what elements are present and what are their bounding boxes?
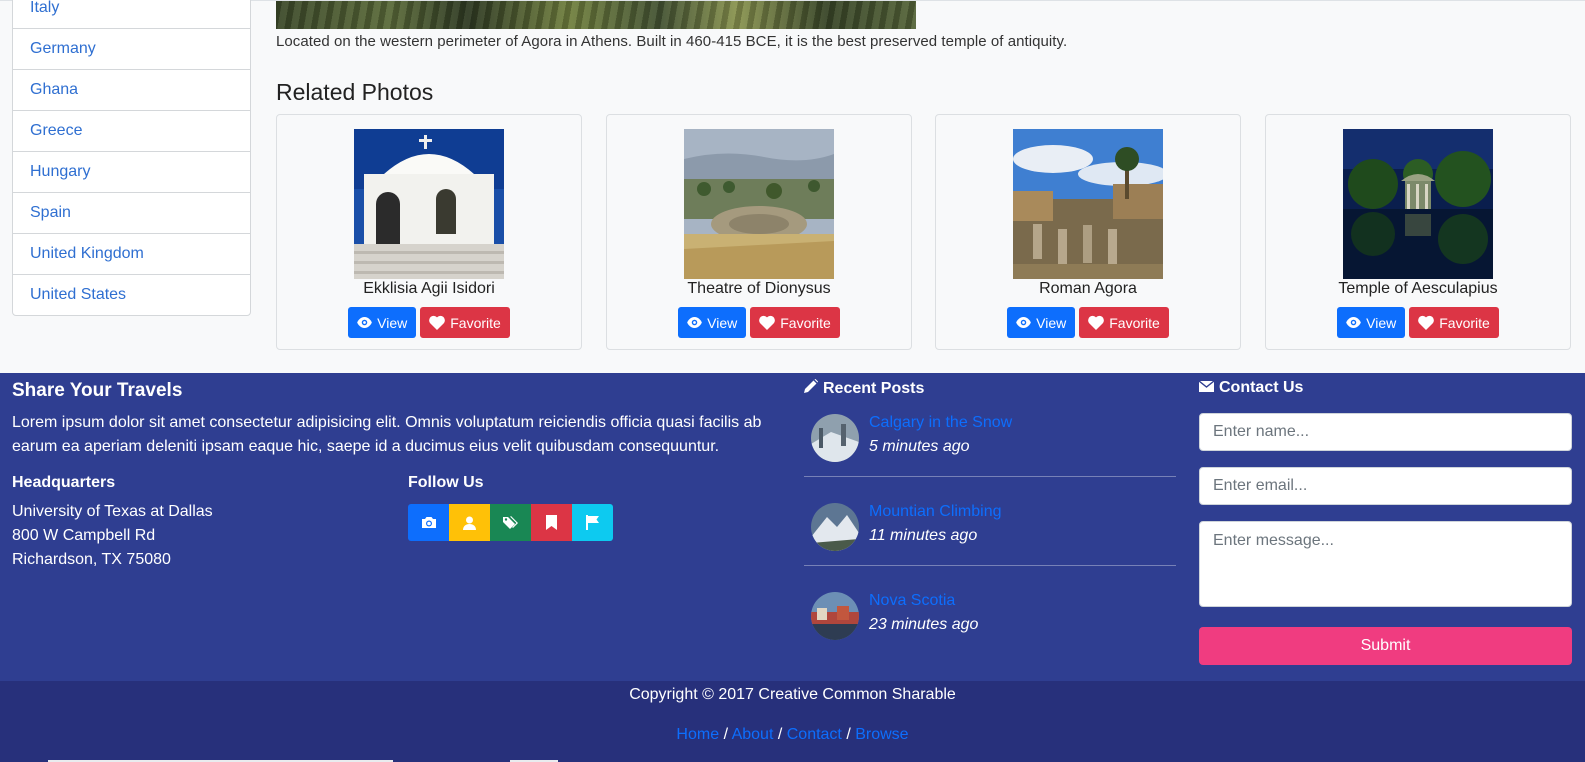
related-photo-card: Theatre of Dionysus View Favorite [606, 114, 912, 350]
related-photo-thumbnail[interactable] [1013, 129, 1163, 279]
country-item-united-states[interactable]: United States [13, 274, 250, 315]
share-travels-heading: Share Your Travels [12, 380, 183, 401]
favorite-button-label: Favorite [1439, 314, 1490, 331]
post-time: 5 minutes ago [869, 438, 970, 455]
post-thumbnail [811, 414, 859, 462]
country-item-italy[interactable]: Italy [13, 0, 250, 28]
view-button-label: View [1366, 314, 1397, 331]
view-button-label: View [707, 314, 738, 331]
heart-icon [429, 315, 446, 330]
favorite-button-label: Favorite [1109, 314, 1160, 331]
contact-us-label: Contact Us [1219, 379, 1304, 396]
favorite-button-label: Favorite [780, 314, 831, 331]
post-time: 11 minutes ago [869, 527, 978, 544]
site-footer: Share Your Travels Lorem ipsum dolor sit… [0, 373, 1585, 681]
recent-post[interactable]: Mountian Climbing 11 minutes ago [804, 497, 1176, 585]
heart-icon [759, 315, 776, 330]
main-photo [276, 1, 916, 29]
country-item-hungary[interactable]: Hungary [13, 151, 250, 192]
flag-icon[interactable] [572, 504, 613, 541]
photo-description: Located on the western perimeter of Agor… [276, 33, 1068, 50]
country-item-germany[interactable]: Germany [13, 28, 250, 69]
recent-post[interactable]: Calgary in the Snow 5 minutes ago [804, 408, 1176, 496]
related-photo-thumbnail[interactable] [354, 129, 504, 279]
favorite-button-label: Favorite [450, 314, 501, 331]
home-link[interactable]: Home [676, 726, 719, 743]
link-separator: / [777, 726, 787, 743]
related-photo-thumbnail[interactable] [1343, 129, 1493, 279]
view-button-label: View [1036, 314, 1067, 331]
name-field[interactable]: Enter name... [1199, 413, 1572, 451]
email-field[interactable]: Enter email... [1199, 467, 1572, 505]
headquarters-heading: Headquarters [12, 474, 116, 491]
related-photo-caption: Temple of Aesculapius [1338, 280, 1498, 297]
post-thumbnail [811, 592, 859, 640]
recent-post[interactable]: Nova Scotia 23 minutes ago [804, 586, 1176, 674]
heart-icon [1418, 315, 1435, 330]
recent-posts-label: Recent Posts [823, 379, 925, 397]
post-thumbnail [811, 503, 859, 551]
view-button[interactable]: View [348, 307, 417, 338]
link-separator: / [846, 726, 856, 743]
related-photo-caption: Roman Agora [1039, 280, 1137, 297]
eye-icon [687, 317, 702, 328]
address-line: 800 W Campbell Rd [12, 527, 156, 544]
favorite-button[interactable]: Favorite [1409, 307, 1499, 338]
bottom-bar: Copyright © 2017 Creative Common Sharabl… [0, 681, 1585, 762]
main-content: Italy Germany Ghana Greece Hungary Spain… [0, 0, 1585, 373]
country-item-greece[interactable]: Greece [13, 110, 250, 151]
envelope-icon [1198, 379, 1215, 397]
browse-link[interactable]: Browse [855, 726, 908, 743]
pencil-icon [804, 379, 818, 398]
submit-button[interactable]: Submit [1199, 627, 1572, 665]
follow-us-heading: Follow Us [408, 474, 484, 491]
favorite-button[interactable]: Favorite [420, 307, 510, 338]
related-photo-caption: Theatre of Dionysus [687, 280, 831, 297]
view-button[interactable]: View [1337, 307, 1406, 338]
post-title-link[interactable]: Nova Scotia [869, 592, 955, 610]
country-item-spain[interactable]: Spain [13, 192, 250, 233]
user-icon[interactable] [449, 504, 490, 541]
eye-icon [357, 317, 372, 328]
address-line: University of Texas at Dallas [12, 503, 213, 520]
related-photo-card: Ekklisia Agii Isidori View Favorite [276, 114, 582, 350]
contact-us-heading: Contact Us [1198, 379, 1304, 397]
view-button[interactable]: View [678, 307, 747, 338]
tag-icon[interactable] [490, 504, 531, 541]
message-field[interactable]: Enter message... [1199, 521, 1572, 607]
copyright-text: Copyright © 2017 Creative Common Sharabl… [629, 686, 956, 703]
related-photos-grid: Ekklisia Agii Isidori View Favorite Thea… [276, 114, 1571, 350]
post-time: 23 minutes ago [869, 616, 979, 633]
post-title-link[interactable]: Mountian Climbing [869, 503, 1002, 521]
social-buttons [408, 504, 613, 541]
post-divider [804, 476, 1176, 477]
related-photos-heading: Related Photos [276, 79, 434, 105]
headquarters-address: University of Texas at Dallas 800 W Camp… [12, 500, 213, 572]
eye-icon [1016, 317, 1031, 328]
post-divider [804, 565, 1176, 566]
bookmark-icon[interactable] [531, 504, 572, 541]
related-photo-thumbnail[interactable] [684, 129, 834, 279]
favorite-button[interactable]: Favorite [1079, 307, 1169, 338]
country-item-united-kingdom[interactable]: United Kingdom [13, 233, 250, 274]
recent-posts-heading: Recent Posts [804, 379, 924, 398]
address-line: Richardson, TX 75080 [12, 551, 171, 568]
eye-icon [1346, 317, 1361, 328]
link-separator: / [723, 726, 732, 743]
view-button[interactable]: View [1007, 307, 1076, 338]
country-list: Italy Germany Ghana Greece Hungary Spain… [12, 0, 251, 316]
related-photo-caption: Ekklisia Agii Isidori [363, 280, 495, 297]
footer-links: Home / About / Contact / Browse [0, 726, 1585, 744]
heart-icon [1088, 315, 1105, 330]
about-link[interactable]: About [732, 726, 774, 743]
country-item-ghana[interactable]: Ghana [13, 69, 250, 110]
post-title-link[interactable]: Calgary in the Snow [869, 414, 1012, 432]
contact-link[interactable]: Contact [787, 726, 842, 743]
share-travels-text: Lorem ipsum dolor sit amet consectetur a… [12, 414, 762, 455]
camera-icon[interactable] [408, 504, 449, 541]
view-button-label: View [377, 314, 408, 331]
related-photo-card: Roman Agora View Favorite [935, 114, 1241, 350]
related-photo-card: Temple of Aesculapius View Favorite [1265, 114, 1571, 350]
favorite-button[interactable]: Favorite [750, 307, 840, 338]
